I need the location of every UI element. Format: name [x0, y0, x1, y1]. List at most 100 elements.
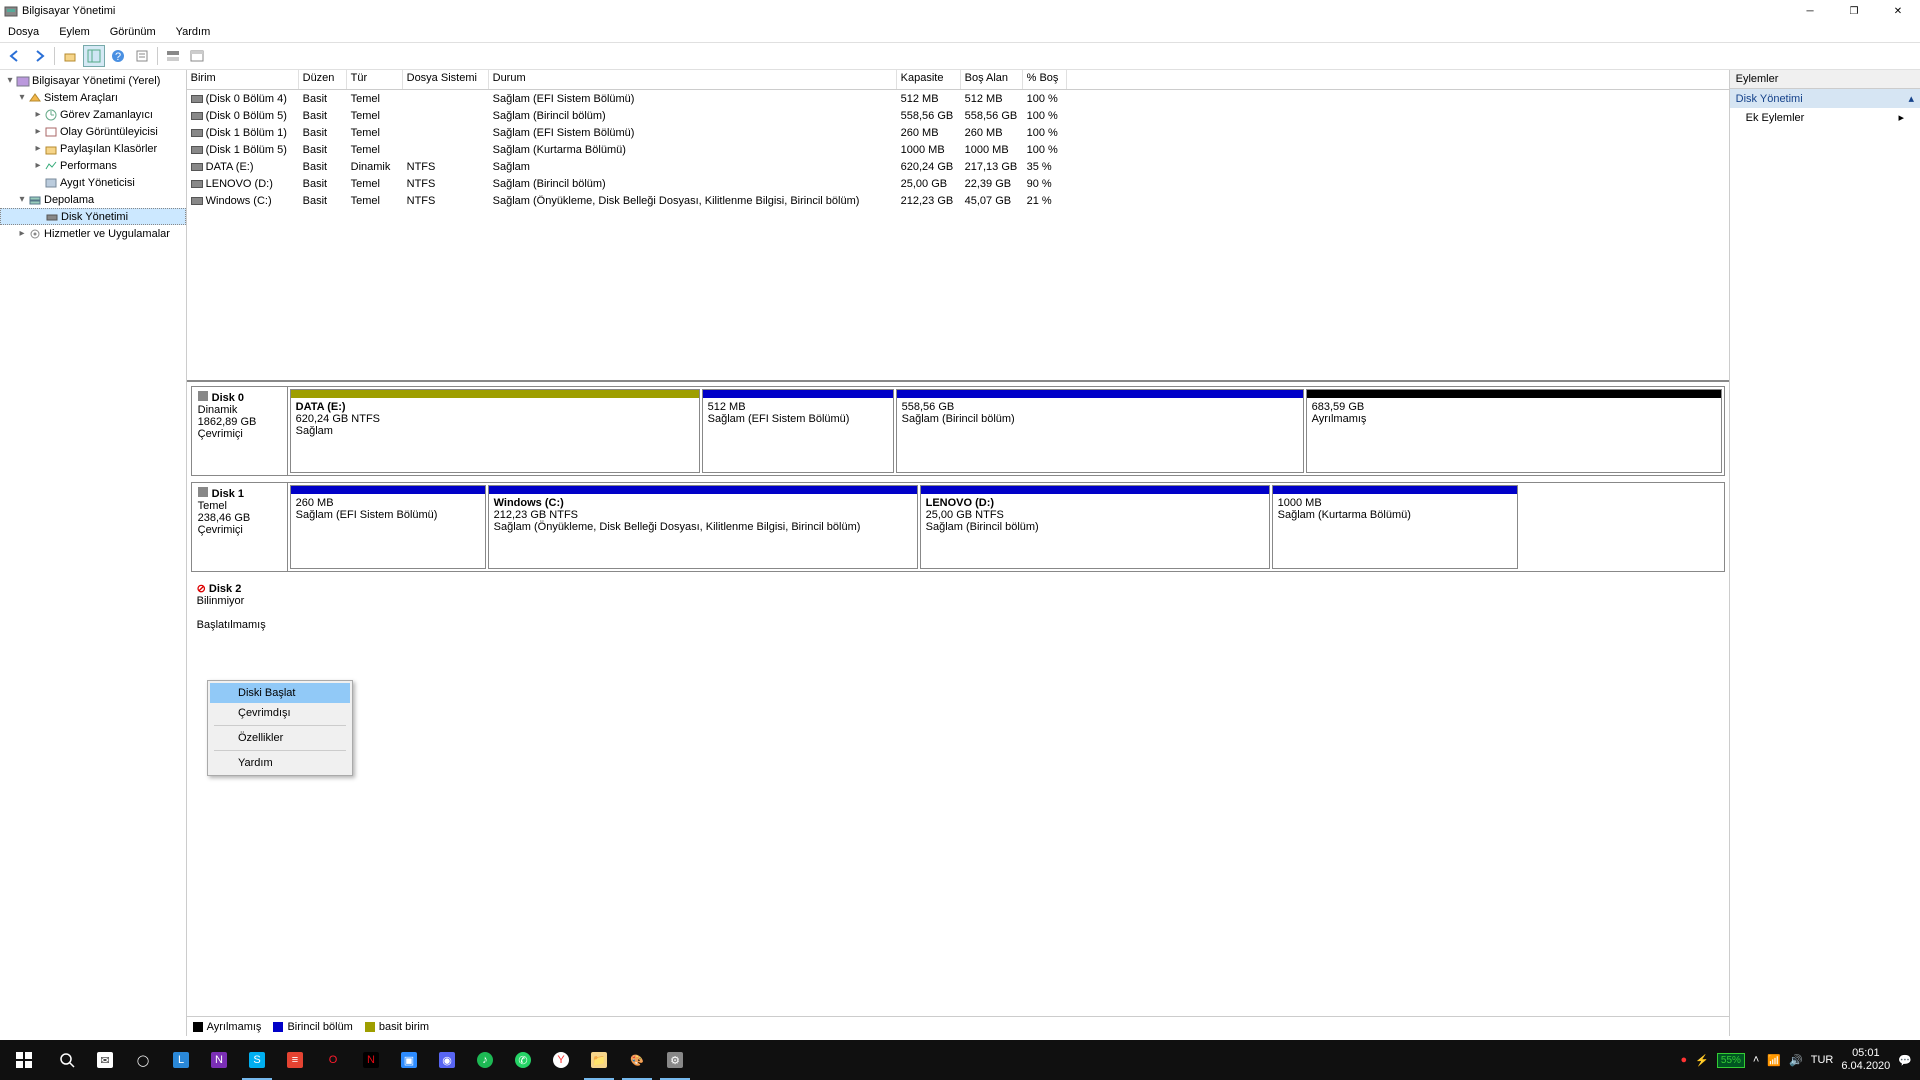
- tree-shared-folders[interactable]: ▸Paylaşılan Klasörler: [0, 140, 186, 157]
- tree-system-tools[interactable]: ▾Sistem Araçları: [0, 89, 186, 106]
- col-status[interactable]: Durum: [489, 70, 897, 89]
- volume-row[interactable]: (Disk 0 Bölüm 4)BasitTemelSağlam (EFI Si…: [187, 90, 1729, 107]
- partition[interactable]: 1000 MBSağlam (Kurtarma Bölümü): [1272, 485, 1518, 569]
- actions-disk-management[interactable]: Disk Yönetimi▴: [1730, 89, 1920, 108]
- volume-row[interactable]: (Disk 1 Bölüm 1)BasitTemelSağlam (EFI Si…: [187, 124, 1729, 141]
- col-capacity[interactable]: Kapasite: [897, 70, 961, 89]
- ctx-properties[interactable]: Özellikler: [210, 728, 350, 748]
- forward-button[interactable]: [28, 45, 50, 67]
- paint-icon[interactable]: 🎨: [618, 1040, 656, 1080]
- todoist-icon[interactable]: ≡: [276, 1040, 314, 1080]
- tree-task-scheduler[interactable]: ▸Görev Zamanlayıcı: [0, 106, 186, 123]
- volume-icon[interactable]: 🔊: [1789, 1054, 1803, 1067]
- disk-label[interactable]: Disk 0Dinamik1862,89 GBÇevrimiçi: [192, 387, 288, 475]
- partition[interactable]: LENOVO (D:)25,00 GB NTFSSağlam (Birincil…: [920, 485, 1270, 569]
- properties-button[interactable]: [131, 45, 153, 67]
- notifications-icon[interactable]: 💬: [1898, 1054, 1912, 1067]
- legend-primary: Birincil bölüm: [287, 1021, 352, 1033]
- ctx-initialize-disk[interactable]: Diski Başlat: [210, 683, 350, 703]
- partition[interactable]: 260 MBSağlam (EFI Sistem Bölümü): [290, 485, 486, 569]
- network-icon[interactable]: 📶: [1767, 1054, 1781, 1067]
- minimize-button[interactable]: ─: [1788, 0, 1832, 22]
- partition[interactable]: Windows (C:)212,23 GB NTFSSağlam (Önyükl…: [488, 485, 918, 569]
- back-button[interactable]: [4, 45, 26, 67]
- clock[interactable]: 05:01 6.04.2020: [1841, 1047, 1890, 1073]
- app-l-icon[interactable]: L: [162, 1040, 200, 1080]
- whatsapp-icon[interactable]: ✆: [504, 1040, 542, 1080]
- chevron-right-icon: ▸: [1898, 111, 1904, 124]
- menu-file[interactable]: Dosya: [4, 24, 43, 40]
- ctx-help[interactable]: Yardım: [210, 753, 350, 773]
- netflix-icon[interactable]: N: [352, 1040, 390, 1080]
- yandex-icon[interactable]: Y: [542, 1040, 580, 1080]
- system-tray[interactable]: ● ⚡ 55% ˄ 📶 🔊 TUR 05:01 6.04.2020 💬: [1681, 1047, 1920, 1073]
- disk-label[interactable]: ⊘ Disk 2BilinmiyorBaşlatılmamış: [191, 578, 287, 648]
- partition[interactable]: 512 MBSağlam (EFI Sistem Bölümü): [702, 389, 894, 473]
- opera-icon[interactable]: O: [314, 1040, 352, 1080]
- maximize-button[interactable]: ❐: [1832, 0, 1876, 22]
- spotify-icon[interactable]: ♪: [466, 1040, 504, 1080]
- svg-text:?: ?: [115, 51, 121, 63]
- volume-list-header[interactable]: Birim Düzen Tür Dosya Sistemi Durum Kapa…: [187, 70, 1729, 90]
- help-button[interactable]: ?: [107, 45, 129, 67]
- menu-help[interactable]: Yardım: [172, 24, 215, 40]
- start-button[interactable]: [0, 1040, 48, 1080]
- show-tree-button[interactable]: [83, 45, 105, 67]
- disk-context-menu[interactable]: Diski Başlat Çevrimdışı Özellikler Yardı…: [207, 680, 353, 776]
- col-type[interactable]: Tür: [347, 70, 403, 89]
- compmgmt-icon[interactable]: ⚙: [656, 1040, 694, 1080]
- disk-row[interactable]: Disk 0Dinamik1862,89 GBÇevrimiçiDATA (E:…: [191, 386, 1725, 476]
- volume-row[interactable]: (Disk 0 Bölüm 5)BasitTemelSağlam (Birinc…: [187, 107, 1729, 124]
- view-top-button[interactable]: [162, 45, 184, 67]
- language-indicator[interactable]: TUR: [1811, 1054, 1834, 1066]
- tree-performance[interactable]: ▸Performans: [0, 157, 186, 174]
- navigation-tree[interactable]: ▾Bilgisayar Yönetimi (Yerel) ▾Sistem Ara…: [0, 70, 187, 1036]
- partition[interactable]: 558,56 GBSağlam (Birincil bölüm): [896, 389, 1304, 473]
- volume-row[interactable]: (Disk 1 Bölüm 5)BasitTemelSağlam (Kurtar…: [187, 141, 1729, 158]
- col-layout[interactable]: Düzen: [299, 70, 347, 89]
- tray-app-icon[interactable]: ●: [1681, 1054, 1688, 1066]
- tree-disk-management[interactable]: Disk Yönetimi: [0, 208, 186, 225]
- col-pct-free[interactable]: % Boş: [1023, 70, 1067, 89]
- tree-device-manager[interactable]: Aygıt Yöneticisi: [0, 174, 186, 191]
- partition[interactable]: 683,59 GBAyrılmamış: [1306, 389, 1722, 473]
- onenote-icon[interactable]: N: [200, 1040, 238, 1080]
- plug-icon[interactable]: ⚡: [1695, 1054, 1709, 1067]
- up-button[interactable]: [59, 45, 81, 67]
- tray-chevron-up-icon[interactable]: ˄: [1753, 1054, 1759, 1066]
- legend-simple: basit birim: [379, 1021, 429, 1033]
- skype-icon[interactable]: S: [238, 1040, 276, 1080]
- disk-row[interactable]: Disk 1Temel238,46 GBÇevrimiçi260 MBSağla…: [191, 482, 1725, 572]
- tree-root[interactable]: ▾Bilgisayar Yönetimi (Yerel): [0, 72, 186, 89]
- col-filesystem[interactable]: Dosya Sistemi: [403, 70, 489, 89]
- taskbar[interactable]: ✉ ◯ L N S ≡ O N ▣ ◉ ♪ ✆ Y 📁 🎨 ⚙ ● ⚡ 55% …: [0, 1040, 1920, 1080]
- legend: Ayrılmamış Birincil bölüm basit birim: [187, 1016, 1729, 1036]
- volume-row[interactable]: Windows (C:)BasitTemelNTFSSağlam (Önyükl…: [187, 192, 1729, 209]
- col-free[interactable]: Boş Alan: [961, 70, 1023, 89]
- volume-row[interactable]: DATA (E:)BasitDinamikNTFSSağlam620,24 GB…: [187, 158, 1729, 175]
- col-volume[interactable]: Birim: [187, 70, 299, 89]
- search-icon[interactable]: [48, 1040, 86, 1080]
- actions-more[interactable]: Ek Eylemler▸: [1730, 108, 1920, 127]
- mail-icon[interactable]: ✉: [86, 1040, 124, 1080]
- battery-indicator[interactable]: 55%: [1717, 1053, 1745, 1068]
- volume-row[interactable]: LENOVO (D:)BasitTemelNTFSSağlam (Birinci…: [187, 175, 1729, 192]
- close-button[interactable]: ✕: [1876, 0, 1920, 22]
- tree-event-viewer[interactable]: ▸Olay Görüntüleyicisi: [0, 123, 186, 140]
- tree-services-apps[interactable]: ▸Hizmetler ve Uygulamalar: [0, 225, 186, 242]
- clock-date: 6.04.2020: [1841, 1060, 1890, 1073]
- disk-graphical-view[interactable]: Disk 0Dinamik1862,89 GBÇevrimiçiDATA (E:…: [187, 382, 1729, 1036]
- ctx-offline[interactable]: Çevrimdışı: [210, 703, 350, 723]
- zoom-icon[interactable]: ▣: [390, 1040, 428, 1080]
- view-bottom-button[interactable]: [186, 45, 208, 67]
- edge-icon[interactable]: ◯: [124, 1040, 162, 1080]
- disk-label[interactable]: Disk 1Temel238,46 GBÇevrimiçi: [192, 483, 288, 571]
- menu-action[interactable]: Eylem: [55, 24, 94, 40]
- explorer-icon[interactable]: 📁: [580, 1040, 618, 1080]
- disk-row[interactable]: ⊘ Disk 2BilinmiyorBaşlatılmamış: [191, 578, 1725, 648]
- menu-view[interactable]: Görünüm: [106, 24, 160, 40]
- volume-list[interactable]: Birim Düzen Tür Dosya Sistemi Durum Kapa…: [187, 70, 1729, 382]
- partition[interactable]: DATA (E:)620,24 GB NTFSSağlam: [290, 389, 700, 473]
- tree-storage[interactable]: ▾Depolama: [0, 191, 186, 208]
- discord-icon[interactable]: ◉: [428, 1040, 466, 1080]
